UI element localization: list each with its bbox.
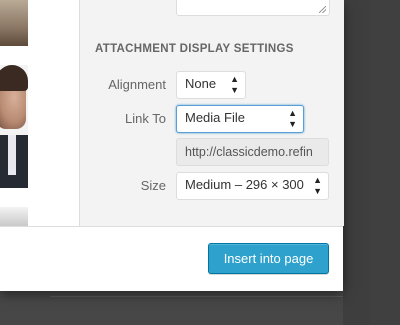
attachment-thumbnail[interactable] bbox=[0, 0, 28, 46]
attachment-display-heading: ATTACHMENT DISPLAY SETTINGS bbox=[95, 43, 294, 55]
media-modal: ATTACHMENT DISPLAY SETTINGS Alignment No… bbox=[0, 0, 344, 291]
description-textarea[interactable] bbox=[176, 0, 330, 16]
link-url-field[interactable]: http://classicdemo.refin bbox=[176, 138, 329, 166]
thumbnail-image-part bbox=[8, 135, 16, 175]
alignment-select-value: None bbox=[185, 76, 217, 91]
thumbnail-image-part bbox=[0, 65, 28, 91]
page-edge bbox=[370, 0, 400, 325]
updown-arrows-icon: ▲ ▼ bbox=[313, 175, 322, 196]
link-url-value: http://classicdemo.refin bbox=[185, 145, 313, 159]
updown-arrows-icon: ▲ ▼ bbox=[230, 74, 239, 95]
link-to-select[interactable]: Media File ▲ ▼ bbox=[176, 105, 304, 133]
updown-arrows-icon: ▲ ▼ bbox=[288, 108, 297, 129]
insert-into-page-button[interactable]: Insert into page bbox=[208, 243, 329, 274]
alignment-select[interactable]: None ▲ ▼ bbox=[176, 71, 246, 99]
attachment-thumbnail[interactable] bbox=[0, 65, 28, 188]
size-label: Size bbox=[140, 178, 166, 193]
link-to-label: Link To bbox=[125, 111, 166, 126]
link-to-select-value: Media File bbox=[185, 110, 245, 125]
size-select-value: Medium – 296 × 300 bbox=[185, 177, 304, 192]
media-library-grid bbox=[0, 0, 79, 226]
backdrop-divider bbox=[50, 296, 343, 297]
resize-grip-icon[interactable] bbox=[319, 6, 326, 13]
size-select[interactable]: Medium – 296 × 300 ▲ ▼ bbox=[176, 172, 329, 200]
alignment-label: Alignment bbox=[108, 77, 166, 92]
attachment-thumbnail[interactable] bbox=[0, 207, 28, 226]
